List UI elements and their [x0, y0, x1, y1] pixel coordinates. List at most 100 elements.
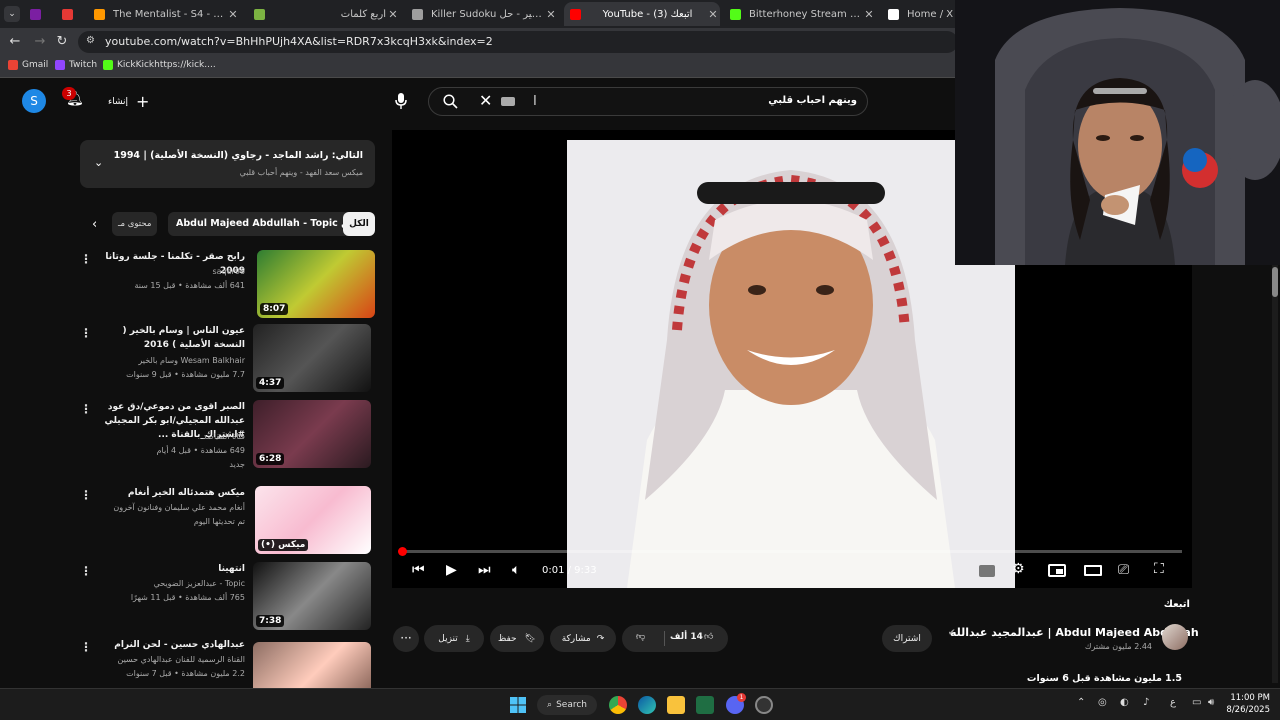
list-item[interactable]: ⋮ رابح صقر - تكلمنا - جلسة روتانا 2009 s…: [80, 248, 375, 318]
webcam-overlay: [955, 0, 1280, 265]
dislike-icon[interactable]: 👎︎: [636, 632, 645, 642]
file-explorer-icon[interactable]: [667, 696, 685, 714]
tray-chevron-icon[interactable]: ⌃: [1077, 697, 1085, 708]
more-options-icon[interactable]: ⋮: [80, 402, 92, 416]
download-button[interactable]: تنزيل ⤓: [424, 625, 484, 652]
more-options-icon[interactable]: ⋮: [80, 326, 92, 340]
page-scrollbar[interactable]: [1272, 265, 1278, 683]
previous-icon[interactable]: ⏮: [412, 562, 425, 578]
progress-bar[interactable]: [398, 547, 1182, 556]
excel-icon[interactable]: [696, 696, 714, 714]
browser-tab-arba-kalimat[interactable]: أربع كلمات ✕: [250, 2, 400, 26]
kick-icon: [730, 8, 741, 20]
scrollbar-thumb[interactable]: [1272, 267, 1278, 297]
mix-thumbnail[interactable]: (•) ميكس: [255, 486, 371, 554]
chips-prev-icon[interactable]: ‹: [92, 217, 97, 232]
tab-search-icon[interactable]: ⌄: [4, 6, 20, 22]
chrome-icon[interactable]: [609, 696, 627, 714]
cast-icon[interactable]: ⎚: [1118, 562, 1129, 578]
tray-wifi-icon[interactable]: ◐: [1120, 697, 1129, 708]
bookmark-twitch[interactable]: Twitch: [55, 60, 97, 70]
browser-tab-x[interactable]: Home / X: [884, 2, 956, 26]
voice-search-mic-icon[interactable]: [394, 92, 408, 110]
progress-scrubber[interactable]: [398, 547, 407, 556]
browser-tab-sudoku[interactable]: Killer Sudoku مستوى الخبير - حل✕: [408, 2, 558, 26]
video-thumbnail[interactable]: 7:38: [253, 562, 371, 630]
taskbar-search-button[interactable]: ⌕ Search: [537, 695, 597, 715]
more-actions-button[interactable]: ···: [393, 626, 419, 652]
browser-tab-1[interactable]: [62, 2, 82, 26]
miniplayer-icon[interactable]: [1048, 564, 1066, 577]
language-indicator[interactable]: ع: [1170, 697, 1176, 708]
create-button[interactable]: إنشاء +: [108, 92, 149, 111]
video-thumbnail[interactable]: 6:28: [253, 400, 371, 468]
tab-close-icon[interactable]: ✕: [226, 8, 240, 21]
list-item[interactable]: ⋮ الصبر اقوى من دموعي/دق عود عبدالله الم…: [80, 398, 375, 474]
settings-gear-icon[interactable]: ⚙: [1012, 561, 1025, 577]
like-divider: [664, 631, 665, 646]
tab-close-icon[interactable]: ✕: [862, 8, 876, 21]
video-thumbnail[interactable]: 4:37: [253, 324, 371, 392]
video-thumbnail[interactable]: [253, 642, 371, 688]
share-button[interactable]: مشاركة ↷: [550, 625, 616, 652]
browser-tab-mentalist[interactable]: The Mentalist - S4 - E10 ✕: [90, 2, 240, 26]
back-icon[interactable]: ←: [5, 32, 25, 52]
more-options-icon[interactable]: ⋮: [80, 564, 92, 578]
browser-tab-youtube[interactable]: YouTube - (3) اتبعك ✕: [564, 2, 720, 26]
clock-time[interactable]: 11:00 PM: [1226, 693, 1270, 703]
more-options-icon[interactable]: ⋮: [80, 488, 92, 502]
chip-all[interactable]: الكل: [343, 212, 375, 236]
subscribe-button[interactable]: اشتراك: [882, 625, 932, 652]
forward-icon[interactable]: →: [30, 32, 50, 52]
reload-icon[interactable]: ↻: [52, 32, 72, 52]
like-icon[interactable]: 👍︎: [704, 632, 713, 642]
site-info-icon[interactable]: ⚙: [86, 35, 95, 46]
next-icon[interactable]: ⏭: [478, 562, 491, 578]
volume-icon[interactable]: 🔈︎: [512, 562, 520, 578]
chevron-down-icon[interactable]: ⌄: [94, 156, 103, 169]
search-box[interactable]: ✕ I وينهم احباب قلبي: [428, 87, 868, 116]
windows-start-icon[interactable]: [509, 696, 527, 714]
windows-taskbar: ⌕ Search 1 ⌃ ◎ ◐ ♪ ع ▭ 🔊︎ 11:00 PM 8/26/2…: [0, 688, 1280, 720]
up-next-card[interactable]: ⌄ التالي: راشد الماجد - رجاوي (النسخة ال…: [80, 140, 375, 188]
theater-mode-icon[interactable]: [1084, 565, 1102, 576]
view-count-date: 1.5 مليون مشاهدة قبل 6 سنوات: [1026, 673, 1182, 684]
microphone-icon[interactable]: ♪: [1143, 697, 1149, 708]
list-item[interactable]: ⋮ عيون الناس | وسام بالخير ( النسخة الأص…: [80, 322, 375, 392]
play-icon[interactable]: ▶: [446, 562, 457, 578]
channel-avatar[interactable]: [1162, 624, 1188, 650]
tab-close-icon[interactable]: ✕: [544, 8, 558, 21]
browser-tab-kick[interactable]: Bitterhoney Stream - Watch Live✕: [726, 2, 876, 26]
tray-app-icon[interactable]: ◎: [1098, 697, 1107, 708]
tab-favicon-icon: [254, 8, 265, 20]
tab-close-icon[interactable]: ✕: [706, 8, 720, 21]
up-next-title: التالي: راشد الماجد - رجاوي (النسخة الأص…: [113, 150, 363, 161]
avatar[interactable]: S: [22, 89, 46, 113]
bookmark-kick[interactable]: KickKickhttps://kick....: [103, 60, 216, 70]
browser-tab-0[interactable]: [30, 2, 50, 26]
video-thumbnail[interactable]: 8:07: [257, 250, 375, 318]
chip-more[interactable]: محتوى مـ: [112, 212, 158, 236]
more-options-icon[interactable]: ⋮: [80, 640, 92, 654]
like-dislike-group: 👎︎ 14 ألف 👍︎: [622, 625, 728, 652]
edge-icon[interactable]: [638, 696, 656, 714]
subtitles-icon[interactable]: [979, 565, 995, 577]
list-item[interactable]: ⋮ انتهينا Topic - عبدالعزيز الضويحي 765 …: [80, 560, 375, 630]
fullscreen-icon[interactable]: ⛶: [1154, 561, 1164, 577]
chip-topic[interactable]: Abdul Majeed Abdullah - Topic من: [168, 212, 364, 236]
search-clear-icon[interactable]: ✕: [479, 91, 492, 110]
network-icon[interactable]: ▭: [1192, 697, 1201, 708]
tab-close-icon[interactable]: ✕: [386, 8, 400, 21]
speaker-icon[interactable]: 🔊︎: [1208, 697, 1214, 708]
list-item[interactable]: ⋮ ميكس هتمدئاله الخير أنغام أنغام محمد ع…: [80, 484, 375, 556]
address-bar[interactable]: ⚙ youtube.com/watch?v=BhHhPUjh4XA&list=R…: [78, 31, 958, 53]
save-button[interactable]: حفظ 🔖︎: [490, 625, 544, 652]
app-icon[interactable]: [755, 696, 773, 714]
keyboard-icon[interactable]: [501, 97, 515, 106]
clock-date[interactable]: 8/26/2025: [1222, 705, 1270, 715]
search-icon[interactable]: [443, 94, 458, 113]
more-options-icon[interactable]: ⋮: [80, 252, 92, 266]
search-input[interactable]: وينهم احباب قلبي: [768, 95, 857, 106]
bookmark-gmail[interactable]: Gmail: [8, 60, 48, 70]
list-item[interactable]: ⋮ عبدالهادي حسين - لحن النرام القناة الر…: [80, 636, 375, 688]
